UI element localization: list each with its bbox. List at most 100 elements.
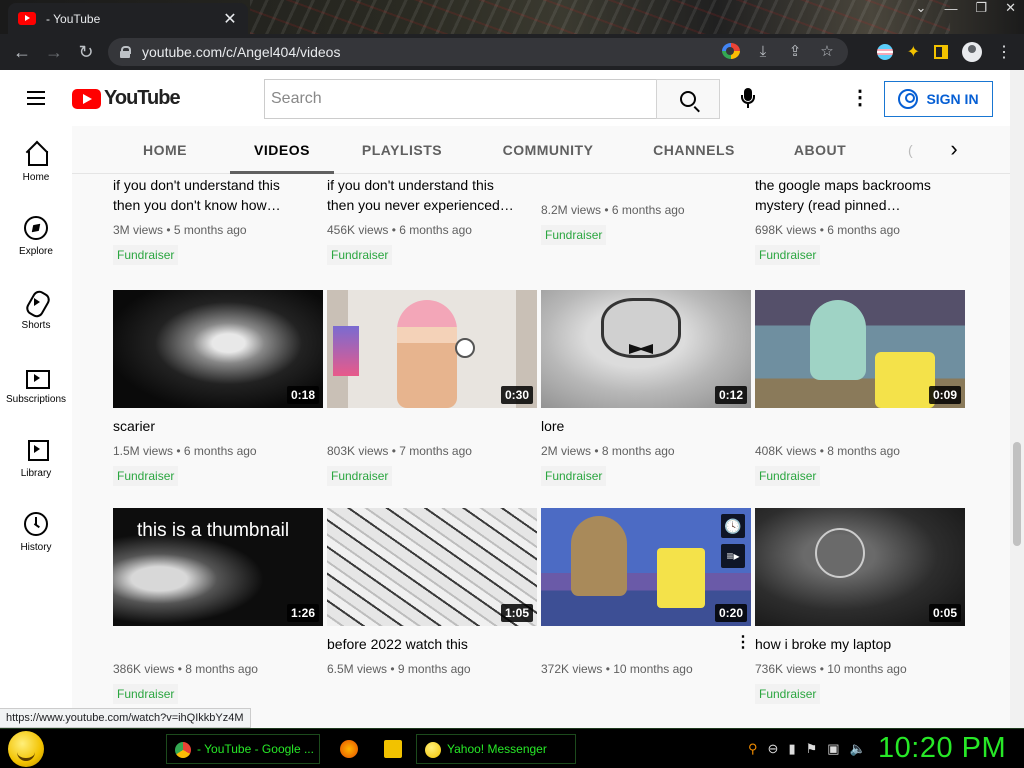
- tab-about[interactable]: ABOUT: [788, 126, 852, 174]
- tab-videos[interactable]: VIDEOS: [230, 126, 334, 174]
- video-title[interactable]: before 2022 watch this: [327, 634, 537, 654]
- video-title[interactable]: [755, 416, 965, 436]
- chevron-down-icon[interactable]: ⌄: [916, 0, 927, 16]
- fundraiser-badge: Fundraiser: [755, 466, 821, 486]
- search-button[interactable]: [656, 79, 720, 119]
- page-scrollbar[interactable]: [1010, 70, 1024, 728]
- youtube-logo[interactable]: YouTube: [72, 87, 181, 110]
- profile-avatar-icon[interactable]: [962, 42, 982, 62]
- restore-icon[interactable]: ❐: [975, 0, 987, 16]
- video-title[interactable]: lore: [541, 416, 751, 436]
- tab-channels[interactable]: CHANNELS: [648, 126, 740, 174]
- video-card[interactable]: 0:18 scarier 1.5M views • 6 months ago F…: [113, 290, 323, 486]
- trans-flag-extension-icon[interactable]: [876, 44, 893, 60]
- minimize-icon[interactable]: —: [944, 1, 957, 16]
- search-input[interactable]: [264, 79, 656, 119]
- video-card[interactable]: 1:05 before 2022 watch this 6.5M views •…: [327, 508, 537, 676]
- sign-in-button[interactable]: SIGN IN: [884, 81, 993, 117]
- video-meta: 8.2M views • 6 months ago: [541, 203, 685, 217]
- minus-circle-icon[interactable]: ⊖: [768, 741, 779, 757]
- video-card[interactable]: 0:09 408K views • 8 months ago Fundraise…: [755, 290, 965, 486]
- tab-title: - YouTube: [46, 11, 101, 26]
- video-thumbnail[interactable]: 🕓 ≡▸ 0:20: [541, 508, 751, 626]
- video-title[interactable]: [113, 634, 323, 654]
- video-card[interactable]: if you don't understand this then you don…: [113, 175, 323, 265]
- puzzle-icon[interactable]: ✦: [907, 42, 920, 62]
- guide-item-home[interactable]: Home: [0, 126, 72, 200]
- search-tray-icon[interactable]: ⚲: [748, 741, 758, 757]
- start-button-smiley-icon[interactable]: [8, 731, 44, 767]
- forward-arrow-icon[interactable]: →: [38, 42, 70, 63]
- taskbar-clock[interactable]: 10:20 PM: [878, 732, 1006, 765]
- volume-icon[interactable]: 🔈: [850, 741, 866, 757]
- video-thumbnail[interactable]: 0:30: [327, 290, 537, 408]
- video-thumbnail[interactable]: 0:18: [113, 290, 323, 408]
- video-title[interactable]: if you don't understand this then you nev…: [327, 175, 537, 215]
- video-title[interactable]: [327, 416, 537, 436]
- guide-item-shorts[interactable]: Shorts: [0, 274, 72, 348]
- video-title[interactable]: [541, 634, 751, 654]
- video-thumbnail[interactable]: 1:05: [327, 508, 537, 626]
- microphone-icon[interactable]: [740, 88, 756, 110]
- video-card[interactable]: 8.2M views • 6 months ago Fundraiser: [541, 203, 751, 245]
- taskbar-yahoo-messenger[interactable]: Yahoo! Messenger: [416, 734, 576, 764]
- battery-icon[interactable]: ▮: [788, 741, 795, 757]
- video-title[interactable]: if you don't understand this then you don…: [113, 175, 323, 215]
- guide-item-subscriptions[interactable]: Subscriptions: [0, 348, 72, 422]
- browser-tab[interactable]: - YouTube ✕: [8, 3, 248, 34]
- fundraiser-badge: Fundraiser: [541, 225, 607, 245]
- folder-icon[interactable]: [384, 740, 402, 758]
- address-bar[interactable]: youtube.com/c/Angel404/videos ⤓ ⇪ ☆: [108, 38, 848, 66]
- taskbar: - YouTube - Google ... Yahoo! Messenger …: [0, 728, 1024, 768]
- google-lens-icon[interactable]: [722, 43, 740, 59]
- video-meta: 1.5M views • 6 months ago: [113, 444, 257, 458]
- video-card[interactable]: if you don't understand this then you nev…: [327, 175, 537, 265]
- tab-home[interactable]: HOME: [120, 126, 210, 174]
- video-card[interactable]: the google maps backrooms mystery (read p…: [755, 175, 965, 265]
- add-to-queue-icon[interactable]: ≡▸: [721, 544, 745, 568]
- duration-badge: 1:26: [286, 604, 319, 622]
- video-thumbnail[interactable]: 0:05: [755, 508, 965, 626]
- fundraiser-badge: Fundraiser: [113, 684, 179, 704]
- video-meta: 3M views • 5 months ago: [113, 223, 247, 237]
- fundraiser-badge: Fundraiser: [327, 466, 393, 486]
- video-card[interactable]: this is a thumbnail 1:26 386K views • 8 …: [113, 508, 323, 704]
- video-thumbnail[interactable]: 0:09: [755, 290, 965, 408]
- video-card[interactable]: 0:12 lore 2M views • 8 months ago Fundra…: [541, 290, 751, 486]
- scrollbar-thumb[interactable]: [1013, 442, 1021, 546]
- lock-icon[interactable]: [120, 46, 131, 58]
- video-action-menu-icon[interactable]: ⋮: [735, 632, 751, 652]
- video-card[interactable]: 0:30 803K views • 7 months ago Fundraise…: [327, 290, 537, 486]
- share-icon[interactable]: ⇪: [786, 42, 804, 60]
- taskbar-chrome-window[interactable]: - YouTube - Google ...: [166, 734, 320, 764]
- chevron-right-icon[interactable]: ›: [934, 126, 974, 174]
- settings-more-icon[interactable]: ⋮: [850, 88, 870, 108]
- back-arrow-icon[interactable]: ←: [6, 42, 38, 63]
- video-title[interactable]: the google maps backrooms mystery (read p…: [755, 175, 965, 215]
- video-title[interactable]: scarier: [113, 416, 323, 436]
- guide-item-library[interactable]: Library: [0, 422, 72, 496]
- video-thumbnail[interactable]: this is a thumbnail 1:26: [113, 508, 323, 626]
- guide-item-explore[interactable]: Explore: [0, 200, 72, 274]
- close-window-icon[interactable]: ✕: [1005, 0, 1016, 16]
- firefox-icon[interactable]: [340, 740, 358, 758]
- search-tab-icon[interactable]: (: [908, 126, 913, 174]
- video-card[interactable]: 🕓 ≡▸ 0:20 372K views • 10 months ago ⋮: [541, 508, 751, 676]
- side-panel-icon[interactable]: [934, 45, 948, 59]
- guide-label: Shorts: [21, 320, 51, 331]
- bookmark-star-icon[interactable]: ☆: [818, 42, 836, 60]
- watch-later-icon[interactable]: 🕓: [721, 514, 745, 538]
- guide-item-history[interactable]: History: [0, 496, 72, 570]
- tab-community[interactable]: COMMUNITY: [490, 126, 606, 174]
- video-card[interactable]: 0:05 how i broke my laptop 736K views • …: [755, 508, 965, 704]
- video-thumbnail[interactable]: 0:12: [541, 290, 751, 408]
- hamburger-menu-icon[interactable]: [27, 91, 45, 105]
- video-title[interactable]: how i broke my laptop: [755, 634, 965, 654]
- close-tab-icon[interactable]: ✕: [222, 9, 238, 29]
- network-icon[interactable]: ▣: [827, 741, 839, 757]
- action-center-flag-icon[interactable]: ⚑: [806, 741, 818, 757]
- tab-playlists[interactable]: PLAYLISTS: [356, 126, 448, 174]
- browser-menu-icon[interactable]: ⋮: [996, 42, 1012, 62]
- reload-icon[interactable]: ↻: [70, 42, 102, 63]
- install-icon[interactable]: ⤓: [754, 43, 772, 60]
